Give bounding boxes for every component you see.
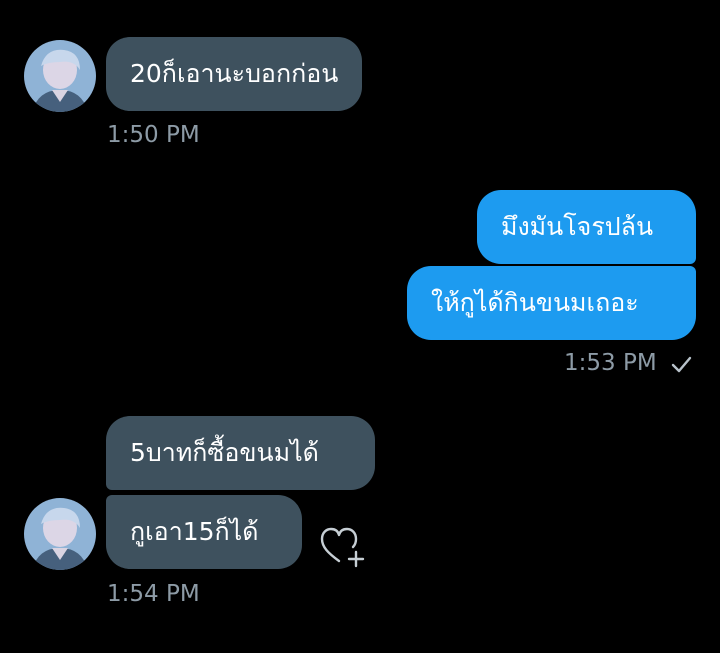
message-timestamp: 1:54 PM [107,581,200,607]
check-icon [671,356,692,373]
message-bubble-incoming[interactable]: 5บาทก็ซื้อขนมได้ [106,416,375,490]
message-timestamp: 1:50 PM [107,122,200,148]
message-bubble-incoming[interactable]: กูเอา15ก็ได้ [106,495,302,569]
message-bubble-outgoing[interactable]: ให้กูได้กินขนมเถอะ [407,266,696,340]
message-timestamp: 1:53 PM [564,350,657,376]
message-text: 20ก็เอานะบอกก่อน [130,59,339,88]
avatar-image [24,498,96,570]
avatar[interactable] [24,498,96,570]
heart-plus-icon[interactable] [318,524,370,568]
message-text: ให้กูได้กินขนมเถอะ [431,288,639,317]
message-bubble-outgoing[interactable]: มึงมันโจรปล้น [477,190,696,264]
avatar-image [24,40,96,112]
message-bubble-incoming[interactable]: 20ก็เอานะบอกก่อน [106,37,363,111]
message-text: มึงมันโจรปล้น [501,212,654,241]
message-text: 5บาทก็ซื้อขนมได้ [130,438,319,467]
avatar[interactable] [24,40,96,112]
message-text: กูเอา15ก็ได้ [130,517,259,546]
